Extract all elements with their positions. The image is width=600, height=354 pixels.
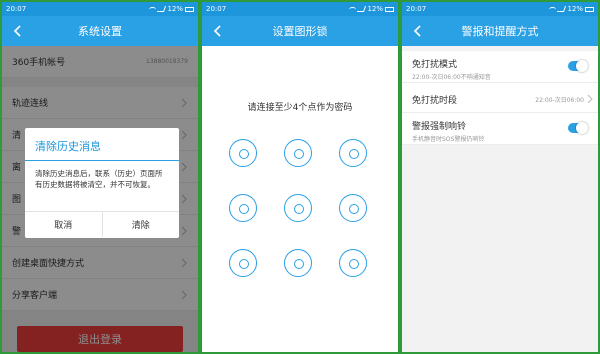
forced-ring-row: 警报强制响铃 手机静音时SOS警报仍响铃 bbox=[402, 113, 598, 145]
battery-percent: 12% bbox=[167, 5, 183, 13]
forced-ring-title: 警报强制响铃 bbox=[412, 122, 467, 132]
battery-icon bbox=[585, 6, 594, 12]
pattern-dot[interactable] bbox=[229, 139, 257, 167]
status-time: 20:07 bbox=[6, 5, 27, 13]
dnd-mode-toggle[interactable] bbox=[568, 60, 588, 72]
status-time: 20:07 bbox=[206, 5, 227, 13]
pattern-dot[interactable] bbox=[284, 249, 312, 277]
dnd-mode-subtitle: 22:00-次日06:00不响通知音 bbox=[412, 74, 491, 81]
back-arrow-icon[interactable] bbox=[212, 24, 224, 38]
pattern-dot[interactable] bbox=[284, 139, 312, 167]
wifi-icon bbox=[549, 6, 557, 12]
pattern-dot[interactable] bbox=[284, 194, 312, 222]
pattern-dot[interactable] bbox=[229, 249, 257, 277]
signal-icon bbox=[357, 6, 367, 12]
dnd-mode-row: 免打扰模式 22:00-次日06:00不响通知音 bbox=[402, 51, 598, 83]
chevron-right-icon bbox=[587, 94, 593, 104]
signal-icon bbox=[157, 6, 167, 12]
dialog-title: 清除历史消息 bbox=[25, 128, 179, 161]
pattern-dot[interactable] bbox=[339, 194, 367, 222]
pattern-dot[interactable] bbox=[229, 194, 257, 222]
back-arrow-icon[interactable] bbox=[412, 24, 424, 38]
signal-icon bbox=[557, 6, 567, 12]
dnd-period-row[interactable]: 免打扰时段 22:00-次日06:00 bbox=[402, 83, 598, 113]
page-title: 系统设置 bbox=[78, 25, 122, 38]
pattern-dot[interactable] bbox=[339, 249, 367, 277]
forced-ring-toggle[interactable] bbox=[568, 122, 588, 134]
nav-bar: 警报和提醒方式 bbox=[402, 16, 598, 46]
pattern-prompt: 请连接至少4个点作为密码 bbox=[247, 103, 353, 113]
clear-history-dialog: 清除历史消息 清除历史消息后，联系（历史）页面所有历史数据将被清空，并不可恢复。… bbox=[25, 128, 179, 238]
system-settings-screen: 20:07 12% 系统设置 360手机帐号 13880018379 轨迹连线 … bbox=[2, 2, 198, 352]
pattern-lock-screen: 20:07 12% 设置图形锁 请连接至少4个点作为密码 bbox=[202, 2, 398, 352]
status-bar: 20:07 12% bbox=[202, 2, 398, 16]
nav-bar: 设置图形锁 bbox=[202, 16, 398, 46]
status-bar: 20:07 12% bbox=[2, 2, 198, 16]
dialog-message: 清除历史消息后，联系（历史）页面所有历史数据将被清空，并不可恢复。 bbox=[35, 169, 163, 189]
battery-icon bbox=[185, 6, 194, 12]
nav-bar: 系统设置 bbox=[2, 16, 198, 46]
forced-ring-subtitle: 手机静音时SOS警报仍响铃 bbox=[412, 136, 485, 143]
pattern-dot[interactable] bbox=[339, 139, 367, 167]
back-arrow-icon[interactable] bbox=[12, 24, 24, 38]
battery-percent: 12% bbox=[367, 5, 383, 13]
dnd-period-value: 22:00-次日06:00 bbox=[535, 97, 584, 104]
alerts-screen: 20:07 12% 警报和提醒方式 免打扰模式 22:00-次日06:00不响通… bbox=[402, 2, 598, 352]
status-bar: 20:07 12% bbox=[402, 2, 598, 16]
page-title: 设置图形锁 bbox=[272, 25, 328, 38]
cancel-button[interactable]: 取消 bbox=[25, 212, 102, 237]
clear-button[interactable]: 清除 bbox=[101, 212, 180, 237]
battery-percent: 12% bbox=[567, 5, 583, 13]
dnd-mode-title: 免打扰模式 bbox=[412, 60, 458, 70]
wifi-icon bbox=[349, 6, 357, 12]
alert-settings: 免打扰模式 22:00-次日06:00不响通知音 免打扰时段 22:00-次日0… bbox=[402, 46, 598, 352]
pattern-area: 请连接至少4个点作为密码 bbox=[202, 46, 398, 352]
wifi-icon bbox=[149, 6, 157, 12]
battery-icon bbox=[385, 6, 394, 12]
page-title: 警报和提醒方式 bbox=[461, 25, 539, 38]
status-time: 20:07 bbox=[406, 5, 427, 13]
